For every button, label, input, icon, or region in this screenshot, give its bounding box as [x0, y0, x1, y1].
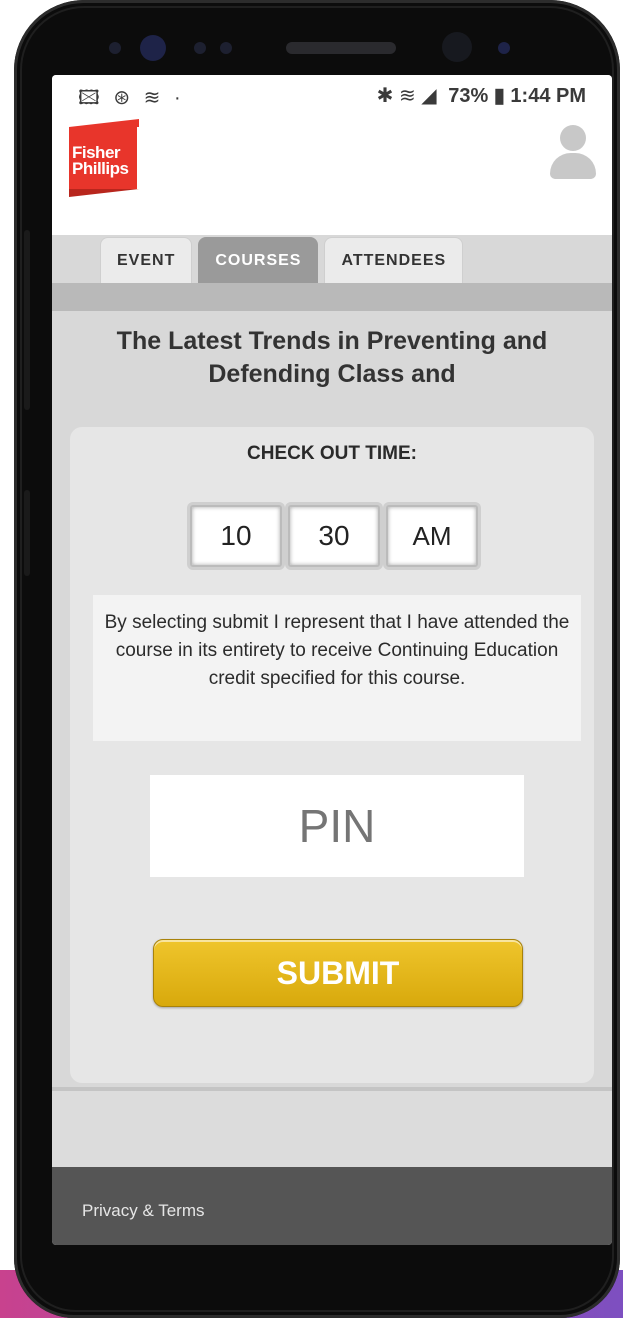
meridiem-selector[interactable]: AM: [386, 505, 478, 567]
logo-line-2: Phillips: [72, 159, 129, 178]
earpiece-speaker: [286, 42, 396, 54]
checkout-time-label: CHECK OUT TIME:: [247, 443, 417, 464]
app-header: Fisher Phillips: [52, 115, 612, 235]
battery-icon: ▮: [493, 85, 505, 107]
course-content: The Latest Trends in Preventing and Defe…: [52, 311, 612, 1087]
privacy-terms-link[interactable]: Privacy & Terms: [82, 1201, 205, 1221]
tab-attendees[interactable]: ATTENDEES: [324, 237, 464, 283]
hour-selector[interactable]: 10: [190, 505, 282, 567]
course-title: The Latest Trends in Preventing and Defe…: [116, 327, 548, 388]
signal-icons: ✱ ≋ ◢: [376, 85, 437, 107]
user-avatar-icon[interactable]: [548, 125, 598, 181]
bixby-button: [24, 490, 30, 576]
minute-selector[interactable]: 30: [288, 505, 380, 567]
notification-icons: 🖾 ⊛ ≋ ·: [78, 87, 185, 109]
checkout-card: CHECK OUT TIME: 10 30 AM By selecting su…: [70, 427, 594, 1083]
tab-courses[interactable]: COURSES: [198, 237, 319, 283]
fisher-phillips-logo[interactable]: Fisher Phillips: [69, 119, 141, 197]
consent-statement: By selecting submit I represent that I h…: [93, 595, 581, 741]
phone-sensors: [14, 30, 620, 70]
tab-event[interactable]: EVENT: [100, 237, 193, 283]
battery-level: 73%: [448, 85, 489, 107]
camera-icon: [140, 35, 166, 61]
volume-button: [24, 230, 30, 410]
app-screen: 🖾 ⊛ ≋ · ✱ ≋ ◢ 73% ▮ 1:44 PM Fisher Phill…: [52, 75, 612, 1245]
clock-time: 1:44 PM: [510, 85, 586, 107]
tab-underline-bar: [52, 283, 612, 311]
status-bar: 🖾 ⊛ ≋ · ✱ ≋ ◢ 73% ▮ 1:44 PM: [52, 75, 612, 115]
submit-button[interactable]: SUBMIT: [153, 939, 523, 1007]
pin-input[interactable]: [150, 775, 524, 877]
tab-bar: EVENT COURSES ATTENDEES: [100, 237, 464, 283]
front-camera-icon: [442, 32, 472, 62]
content-bottom-area: [52, 1091, 612, 1167]
app-footer: Privacy & Terms: [52, 1167, 612, 1245]
phone-frame: 🖾 ⊛ ≋ · ✱ ≋ ◢ 73% ▮ 1:44 PM Fisher Phill…: [14, 0, 620, 1318]
